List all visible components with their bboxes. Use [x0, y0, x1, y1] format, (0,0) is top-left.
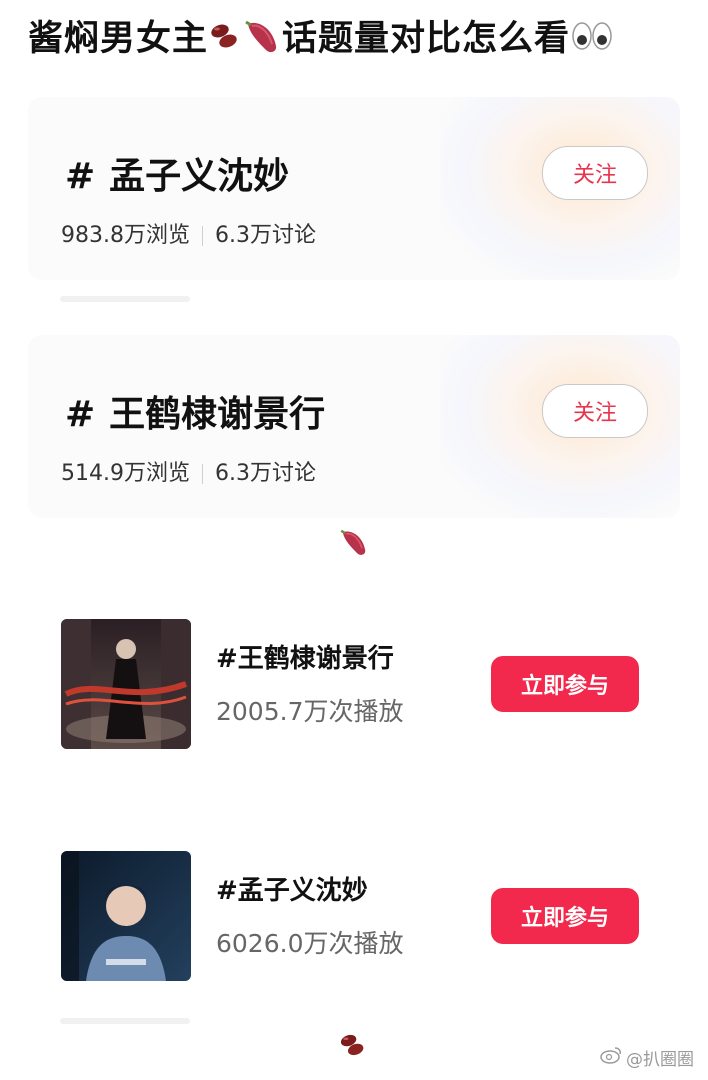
- follow-button[interactable]: 关注: [542, 146, 648, 200]
- views-count: 983.8万浏览: [61, 223, 190, 248]
- video-title[interactable]: #孟子义沈妙: [216, 870, 368, 907]
- video-card[interactable]: #王鹤棣谢景行 2005.7万次播放 立即参与: [28, 594, 680, 779]
- hashtag-icon: #: [65, 394, 96, 435]
- join-button[interactable]: 立即参与: [491, 656, 639, 712]
- play-count: 2005.7万次播放: [216, 697, 404, 726]
- sweet-potato-icon: [242, 16, 282, 65]
- video-thumbnail[interactable]: [61, 619, 191, 749]
- video-title[interactable]: #王鹤棣谢景行: [216, 638, 394, 675]
- sweet-potato-icon: [338, 526, 370, 562]
- stats-divider: [201, 464, 203, 484]
- discussion-count: 6.3万讨论: [214, 223, 316, 248]
- follow-button[interactable]: 关注: [542, 384, 648, 438]
- beans-icon: [208, 19, 242, 62]
- page-title: 酱焖男女主 话题量对比怎么看: [28, 10, 614, 65]
- topic-title[interactable]: # 孟子义沈妙: [65, 147, 289, 199]
- topic-stats: 983.8万浏览 6.3万讨论: [61, 217, 316, 249]
- divider: [60, 296, 190, 302]
- play-count: 6026.0万次播放: [216, 929, 404, 958]
- discussion-count: 6.3万讨论: [214, 461, 316, 486]
- views-count: 514.9万浏览: [61, 461, 190, 486]
- beans-icon: [338, 1030, 368, 1064]
- hashtag-icon: #: [65, 156, 96, 197]
- eyes-icon: [570, 19, 614, 62]
- topic-title[interactable]: # 王鹤棣谢景行: [65, 385, 325, 437]
- video-thumbnail[interactable]: [61, 851, 191, 981]
- video-card[interactable]: #孟子义沈妙 6026.0万次播放 立即参与: [28, 826, 680, 1011]
- topic-stats: 514.9万浏览 6.3万讨论: [61, 455, 316, 487]
- title-suffix-text: 话题量对比怎么看: [282, 19, 571, 59]
- divider: [60, 1018, 190, 1024]
- topic-card[interactable]: # 孟子义沈妙 983.8万浏览 6.3万讨论 关注: [28, 97, 680, 280]
- title-text: 酱焖男女主: [28, 19, 209, 59]
- topic-card[interactable]: # 王鹤棣谢景行 514.9万浏览 6.3万讨论 关注: [28, 335, 680, 518]
- watermark: @扒圈圈: [600, 1045, 694, 1070]
- weibo-icon: [600, 1046, 622, 1069]
- stats-divider: [201, 226, 203, 246]
- topic-name: 孟子义沈妙: [109, 156, 290, 197]
- topic-name: 王鹤棣谢景行: [109, 394, 326, 435]
- watermark-text: @扒圈圈: [626, 1050, 694, 1070]
- join-button[interactable]: 立即参与: [491, 888, 639, 944]
